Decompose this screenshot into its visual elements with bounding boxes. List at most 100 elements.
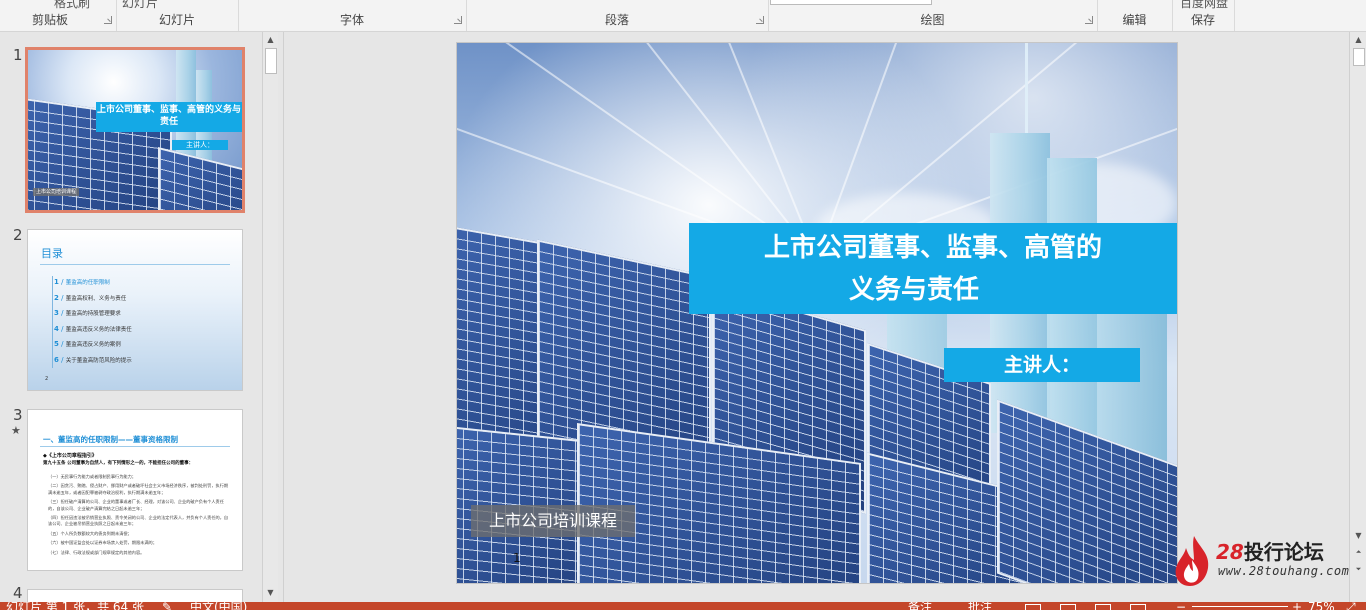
list-item: （五）个人所负数额较大的债务到期未清偿；	[48, 530, 132, 536]
scroll-thumb[interactable]	[1353, 48, 1365, 66]
list-item: （四）担任因违法被吊销营业执照、责令关闭的公司、企业的法定代表人，并负有个人责任…	[48, 515, 229, 527]
scroll-down-icon[interactable]: ▼	[265, 587, 276, 598]
toc-item: 6 / 关于董监高防范风险的提示	[54, 356, 234, 372]
group-label-editing: 编辑	[1122, 13, 1147, 27]
ribbon-group-slides: 幻灯片	[116, 0, 239, 31]
ribbon-group-paragraph: 段落	[466, 0, 769, 31]
toc-separator: /	[58, 324, 66, 333]
watermark-number: 28	[1216, 540, 1244, 564]
group-label-clipboard: 剪贴板	[32, 13, 69, 27]
paragraph-launcher-icon[interactable]	[756, 16, 764, 24]
list-item: （七）法律、行政法规或部门规章规定的其他内容。	[48, 549, 145, 555]
scroll-up-icon[interactable]: ▲	[1353, 34, 1364, 45]
thumbnail-slide-3[interactable]: 一、董监高的任职限制——董事资格限制 ◆《上市公司章程指引》 第九十五条 公司董…	[28, 410, 242, 570]
ribbon-group-drawing: 绘图	[768, 0, 1098, 31]
slide-count-status[interactable]: 幻灯片 第 1 张，共 64 张	[6, 602, 144, 610]
toc-separator: /	[58, 278, 66, 286]
fit-slide-icon[interactable]: ⤢	[1346, 602, 1356, 610]
thumb2-page: 2	[45, 376, 49, 382]
toc-item-text: 董监高违反义务的案例	[65, 342, 121, 349]
spellcheck-icon[interactable]: ✎	[162, 602, 172, 610]
thumb2-title: 目录	[41, 247, 63, 260]
toc-item: 4 / 董监高违反义务的法律责任	[54, 325, 234, 341]
list-item: （一）无民事行为能力或者限制民事行为能力；	[48, 474, 136, 479]
watermark: 28投行论坛 www.28touhang.com	[1170, 532, 1350, 588]
notes-button[interactable]: 备注	[908, 602, 932, 610]
toc-separator: /	[58, 293, 66, 302]
toc-item-text: 关于董监高防范风险的提示	[65, 357, 132, 364]
slide-title-box[interactable]: 上市公司董事、监事、高管的 义务与责任	[689, 223, 1177, 314]
font-launcher-icon[interactable]	[454, 16, 462, 24]
thumb3-item-list: （一）无民事行为能力或者限制民事行为能力； （二）因贪污、贿赂、侵占财产、挪用财产…	[48, 474, 232, 559]
toc-item: 1 / 董监高的任职限制	[54, 278, 234, 294]
reading-view-icon[interactable]	[1095, 604, 1111, 610]
language-status[interactable]: 中文(中国)	[190, 602, 247, 610]
slide-title-line1: 上市公司董事、监事、高管的	[763, 233, 1102, 263]
watermark-text: 投行论坛	[1243, 540, 1324, 564]
watermark-url: www.28touhang.com	[1218, 564, 1350, 578]
toc-separator: /	[58, 340, 66, 349]
toc-item: 2 / 董监高权利、义务与责任	[54, 294, 234, 310]
status-bar: 幻灯片 第 1 张，共 64 张 ✎ 中文(中国) 备注 批注 − + 75% …	[0, 602, 1366, 610]
thumb1-title: 上市公司董事、监事、高管的义务与责任	[96, 105, 241, 127]
slide-thumbnail-pane[interactable]: 1 上市公司董事、监事、高管的义务与责任 主讲人： 上市公司培训课程 2 目录 …	[0, 32, 262, 610]
scroll-down-icon[interactable]: ▼	[1353, 530, 1364, 541]
comments-button[interactable]: 批注	[968, 602, 992, 610]
toc-item-text: 董监高违反义务的法律责任	[65, 326, 132, 333]
group-label-font: 字体	[339, 13, 364, 27]
animation-star-icon[interactable]: ★	[11, 424, 21, 437]
ribbon-group-font: 字体	[238, 0, 467, 31]
zoom-level[interactable]: 75%	[1308, 602, 1335, 610]
thumbnail-number: 1	[13, 46, 23, 64]
group-label-slides: 幻灯片	[158, 13, 195, 27]
thumbnail-number: 4	[13, 584, 23, 602]
list-item: （六）被中国证监会处以证券市场禁入处罚，期限未满的；	[48, 540, 157, 546]
thumbnail-scrollbar[interactable]: ▲ ▼	[262, 32, 278, 602]
thumb3-lead: 第九十五条 公司董事为自然人，有下列情形之一的，不能担任公司的董事：	[43, 461, 194, 466]
thumb1-speaker: 主讲人：	[172, 140, 228, 150]
ribbon-group-editing: 编辑	[1097, 0, 1173, 31]
slide-number: 1	[513, 551, 521, 565]
editor-scrollbar[interactable]: ▲ ▼ ⏶ ⏷	[1349, 32, 1366, 602]
normal-view-icon[interactable]	[1025, 604, 1041, 610]
toc-item-text: 董监高权利、义务与责任	[65, 295, 127, 302]
thumb3-title: 一、董监高的任职限制——董事资格限制	[43, 435, 178, 444]
group-label-save: 保存	[1190, 13, 1215, 27]
ribbon-group-save: 保存	[1172, 0, 1235, 31]
group-label-drawing: 绘图	[920, 13, 945, 27]
toc-separator: /	[58, 355, 66, 364]
group-label-paragraph: 段落	[604, 13, 629, 27]
toc-item: 5 / 董监高违反义务的案例	[54, 340, 234, 356]
thumbnail-slide-2[interactable]: 目录 1 / 董监高的任职限制 2 / 董监高权利、义务与责任 3 / 董监高的持股…	[28, 230, 242, 390]
slide-sorter-icon[interactable]	[1060, 604, 1076, 610]
toc-item-text: 董监高的任职限制	[65, 280, 110, 286]
scroll-thumb[interactable]	[265, 48, 277, 74]
zoom-slider[interactable]	[1192, 606, 1288, 607]
toc-item-text: 董监高的持股管理要求	[65, 311, 121, 318]
toc-separator: /	[58, 309, 66, 318]
clipboard-launcher-icon[interactable]	[104, 16, 112, 24]
drawing-launcher-icon[interactable]	[1085, 16, 1093, 24]
scroll-up-icon[interactable]: ▲	[265, 34, 276, 45]
zoom-out-icon[interactable]: −	[1176, 602, 1186, 610]
toc-item: 3 / 董监高的持股管理要求	[54, 309, 234, 325]
thumb2-toc-list: 1 / 董监高的任职限制 2 / 董监高权利、义务与责任 3 / 董监高的持股管理要…	[54, 278, 234, 372]
thumbnail-number: 3	[13, 406, 23, 424]
previous-slide-icon[interactable]: ⏶	[1353, 547, 1364, 558]
ribbon-group-clipboard: 剪贴板	[0, 0, 117, 31]
list-item: （二）因贪污、贿赂、侵占财产、挪用财产或者破坏社会主义市场经济秩序，被判处刑罚，…	[48, 483, 229, 495]
thumb1-course: 上市公司培训课程	[33, 188, 79, 196]
speaker-box[interactable]: 主讲人：	[944, 348, 1140, 382]
thumbnail-number: 2	[13, 226, 23, 244]
flame-logo-icon	[1175, 536, 1209, 586]
course-label[interactable]: 上市公司培训课程	[471, 505, 635, 537]
slide-title-line2: 义务与责任	[848, 275, 979, 305]
current-slide[interactable]: 上市公司董事、监事、高管的 义务与责任 主讲人： 上市公司培训课程 1	[457, 43, 1177, 583]
thumbnail-slide-1[interactable]: 上市公司董事、监事、高管的义务与责任 主讲人： 上市公司培训课程	[28, 50, 242, 210]
list-item: （三）担任破产清算的公司、企业的董事或者厂长、经理，对该公司、企业的破产负有个人…	[48, 499, 224, 511]
slideshow-icon[interactable]	[1130, 604, 1146, 610]
thumb3-heading: ◆《上市公司章程指引》	[43, 453, 97, 459]
next-slide-icon[interactable]: ⏷	[1353, 564, 1364, 575]
zoom-in-icon[interactable]: +	[1292, 602, 1302, 610]
ribbon: 格式刷 幻灯片 百度网盘 剪贴板 幻灯片 字体 段落 绘图 编辑 保存	[0, 0, 1366, 32]
